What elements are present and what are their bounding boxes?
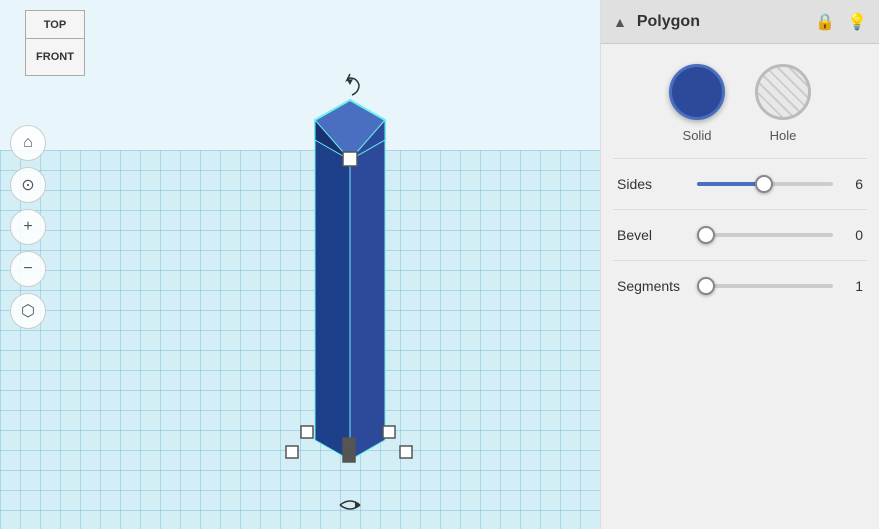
hole-circle [755,64,811,120]
nav-buttons-group: ⌂ ⊙ + − ⬡ [10,125,46,329]
segments-track [697,284,833,288]
bevel-label: Bevel [617,227,687,243]
divider-3 [613,260,867,261]
polygon-shape[interactable] [250,80,450,500]
solid-label: Solid [683,128,712,143]
solid-option[interactable]: Solid [669,64,725,143]
sides-slider[interactable] [697,174,833,194]
panel-title: Polygon [637,13,815,31]
view-mode-button[interactable]: ⬡ [10,293,46,329]
bevel-slider[interactable] [697,225,833,245]
bevel-value: 0 [843,227,863,243]
view-cube-front[interactable]: FRONT [25,38,85,76]
collapse-arrow[interactable]: ▲ [613,14,627,30]
sides-value: 6 [843,176,863,192]
bevel-thumb[interactable] [697,226,715,244]
zoom-in-button[interactable]: + [10,209,46,245]
view-cube[interactable]: TOP FRONT [15,10,95,100]
lock-icon[interactable]: 🔒 [815,12,835,32]
zoom-out-button[interactable]: − [10,251,46,287]
divider-1 [613,158,867,159]
hole-label: Hole [770,128,797,143]
bulb-icon[interactable]: 💡 [847,12,867,32]
sides-row: Sides 6 [601,164,879,204]
sides-track [697,182,833,186]
home-button[interactable]: ⌂ [10,125,46,161]
view-cube-top[interactable]: TOP [25,10,85,38]
solid-circle [669,64,725,120]
rotate-bottom-handle[interactable] [335,495,365,520]
right-panel: ▲ Polygon 🔒 💡 Solid Hole Sides 6 Bevel [600,0,879,529]
segments-thumb[interactable] [697,277,715,295]
segments-slider[interactable] [697,276,833,296]
sides-label: Sides [617,176,687,192]
bevel-track [697,233,833,237]
panel-header: ▲ Polygon 🔒 💡 [601,0,879,44]
segments-value: 1 [843,278,863,294]
3d-viewport[interactable]: TOP FRONT ⌂ ⊙ + − ⬡ [0,0,600,529]
bevel-row: Bevel 0 [601,215,879,255]
segments-label: Segments [617,278,687,294]
hole-option[interactable]: Hole [755,64,811,143]
fit-button[interactable]: ⊙ [10,167,46,203]
divider-2 [613,209,867,210]
segments-row: Segments 1 [601,266,879,306]
shape-type-selectors: Solid Hole [601,44,879,153]
polygon-svg [250,90,450,470]
sides-thumb[interactable] [755,175,773,193]
